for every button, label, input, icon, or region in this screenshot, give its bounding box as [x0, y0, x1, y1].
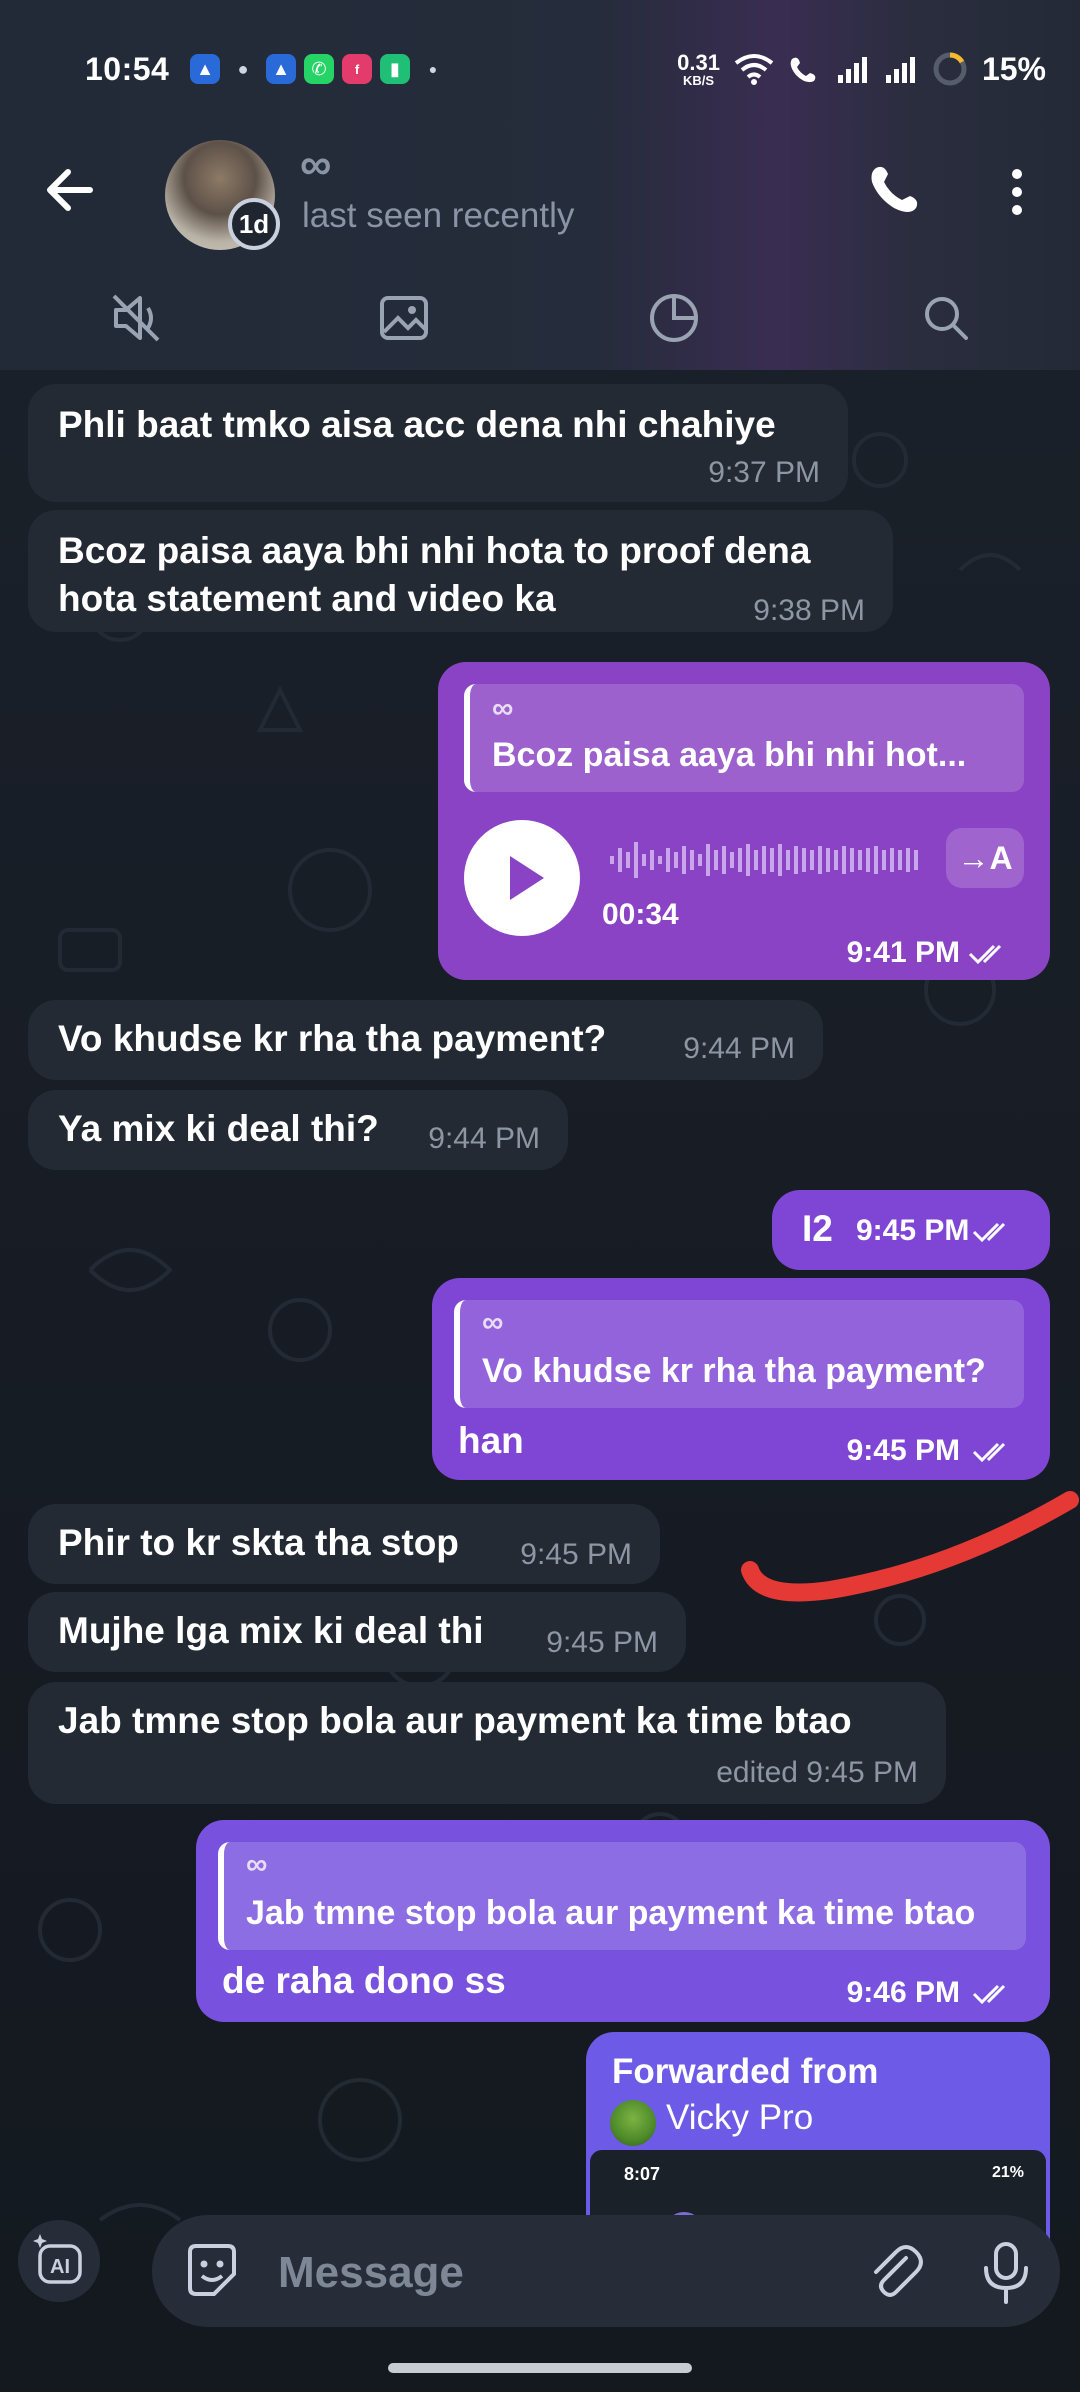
ai-button[interactable]: AI: [18, 2220, 100, 2302]
outgoing-message[interactable]: I2 9:45 PM: [772, 1190, 1050, 1270]
reply-preview[interactable]: ∞ Bcoz paisa aaya bhi nhi hot...: [464, 684, 1024, 792]
forward-source-name[interactable]: Vicky Pro: [666, 2098, 813, 2138]
svg-text:AI: AI: [50, 2256, 70, 2278]
read-checkmarks-icon: [972, 1222, 1006, 1243]
notification-icons: ▲ ● ▲ ✆ f ▮ ●: [190, 44, 448, 94]
more-options-icon[interactable]: [1002, 164, 1032, 220]
ai-sparkle-icon: AI: [33, 2234, 82, 2284]
home-indicator[interactable]: [388, 2363, 692, 2373]
battery-ring-icon: [933, 52, 967, 86]
annotation-stroke: [741, 1491, 1079, 1602]
reply-preview[interactable]: ∞ Jab tmne stop bola aur payment ka time…: [218, 1842, 1026, 1950]
battery-app-icon: ▮: [380, 54, 410, 84]
attach-icon[interactable]: [862, 2240, 926, 2304]
outgoing-reply-message[interactable]: ∞ Vo khudse kr rha tha payment? han 9:45…: [432, 1278, 1050, 1480]
message-time: 9:41 PM: [846, 936, 960, 969]
message-time: 9:44 PM: [683, 1032, 795, 1065]
transcribe-button[interactable]: →A: [946, 828, 1024, 888]
network-speed: 0.31 KB/S: [677, 49, 720, 88]
phone-call-icon[interactable]: [866, 162, 922, 218]
chat-notification-icon: ●: [237, 58, 249, 79]
top-bar: 10:54 ▲ ● ▲ ✆ f ▮ ● 0.31 KB/S 15% 1d ∞ l…: [0, 0, 1080, 370]
play-button[interactable]: [464, 820, 580, 936]
app-notification-icon: ▲: [266, 54, 296, 84]
auto-delete-timer-icon[interactable]: [646, 290, 702, 346]
incoming-message[interactable]: Phir to kr skta tha stop 9:45 PM: [28, 1504, 660, 1584]
message-time: 9:45 PM: [520, 1538, 632, 1571]
message-time: 9:45 PM: [546, 1626, 658, 1659]
read-checkmarks-icon: [972, 1442, 1006, 1463]
frnd-icon: f: [342, 54, 372, 84]
voice-waveform[interactable]: [610, 838, 930, 882]
forward-avatar[interactable]: [610, 2100, 656, 2146]
reply-preview[interactable]: ∞ Vo khudse kr rha tha payment?: [454, 1300, 1024, 1408]
whatsapp-icon: ✆: [304, 54, 334, 84]
contact-status: last seen recently: [302, 196, 575, 235]
message-time: edited 9:45 PM: [716, 1756, 918, 1789]
status-time: 10:54: [85, 50, 170, 87]
message-time: 9:46 PM: [846, 1976, 960, 2009]
message-time: 9:44 PM: [428, 1122, 540, 1155]
search-icon[interactable]: [918, 290, 974, 346]
read-checkmarks-icon: [968, 944, 1002, 965]
battery-percent: 15%: [981, 50, 1046, 87]
signal-icon-2: [885, 57, 915, 83]
message-time: 9:45 PM: [846, 1434, 960, 1467]
play-icon: [510, 856, 544, 900]
contact-name[interactable]: ∞: [300, 140, 331, 190]
mute-icon[interactable]: [108, 290, 164, 346]
outgoing-reply-message[interactable]: ∞ Jab tmne stop bola aur payment ka time…: [196, 1820, 1050, 2022]
back-arrow-icon[interactable]: [40, 160, 100, 220]
system-status: 0.31 KB/S 15%: [677, 44, 1046, 94]
more-notifications-icon: ●: [428, 61, 438, 77]
message-time: 9:38 PM: [753, 594, 865, 627]
incoming-message[interactable]: Ya mix ki deal thi? 9:44 PM: [28, 1090, 568, 1170]
incoming-message[interactable]: Jab tmne stop bola aur payment ka time b…: [28, 1682, 946, 1804]
message-placeholder: Message: [278, 2248, 464, 2297]
message-time: 9:45 PM: [856, 1214, 970, 1247]
call-signal-icon: [790, 57, 816, 83]
voice-duration: 00:34: [602, 898, 679, 931]
media-gallery-icon[interactable]: [376, 290, 432, 346]
incoming-message[interactable]: Phli baat tmko aisa acc dena nhi chahiye…: [28, 384, 848, 502]
signal-icon-1: [837, 57, 867, 83]
sticker-emoji-icon[interactable]: [180, 2240, 244, 2304]
message-time: 9:37 PM: [708, 456, 820, 489]
incoming-message[interactable]: Vo khudse kr rha tha payment? 9:44 PM: [28, 1000, 823, 1080]
story-badge[interactable]: 1d: [228, 198, 280, 250]
read-checkmarks-icon: [972, 1984, 1006, 2005]
incoming-message[interactable]: Mujhe lga mix ki deal thi 9:45 PM: [28, 1592, 686, 1672]
incoming-message[interactable]: Bcoz paisa aaya bhi nhi hota to proof de…: [28, 510, 893, 632]
outgoing-voice-message[interactable]: ∞ Bcoz paisa aaya bhi nhi hot... →A 00:3…: [438, 662, 1050, 980]
app-notification-icon: ▲: [190, 54, 220, 84]
wifi-icon: [734, 54, 774, 85]
microphone-icon[interactable]: [974, 2238, 1038, 2308]
